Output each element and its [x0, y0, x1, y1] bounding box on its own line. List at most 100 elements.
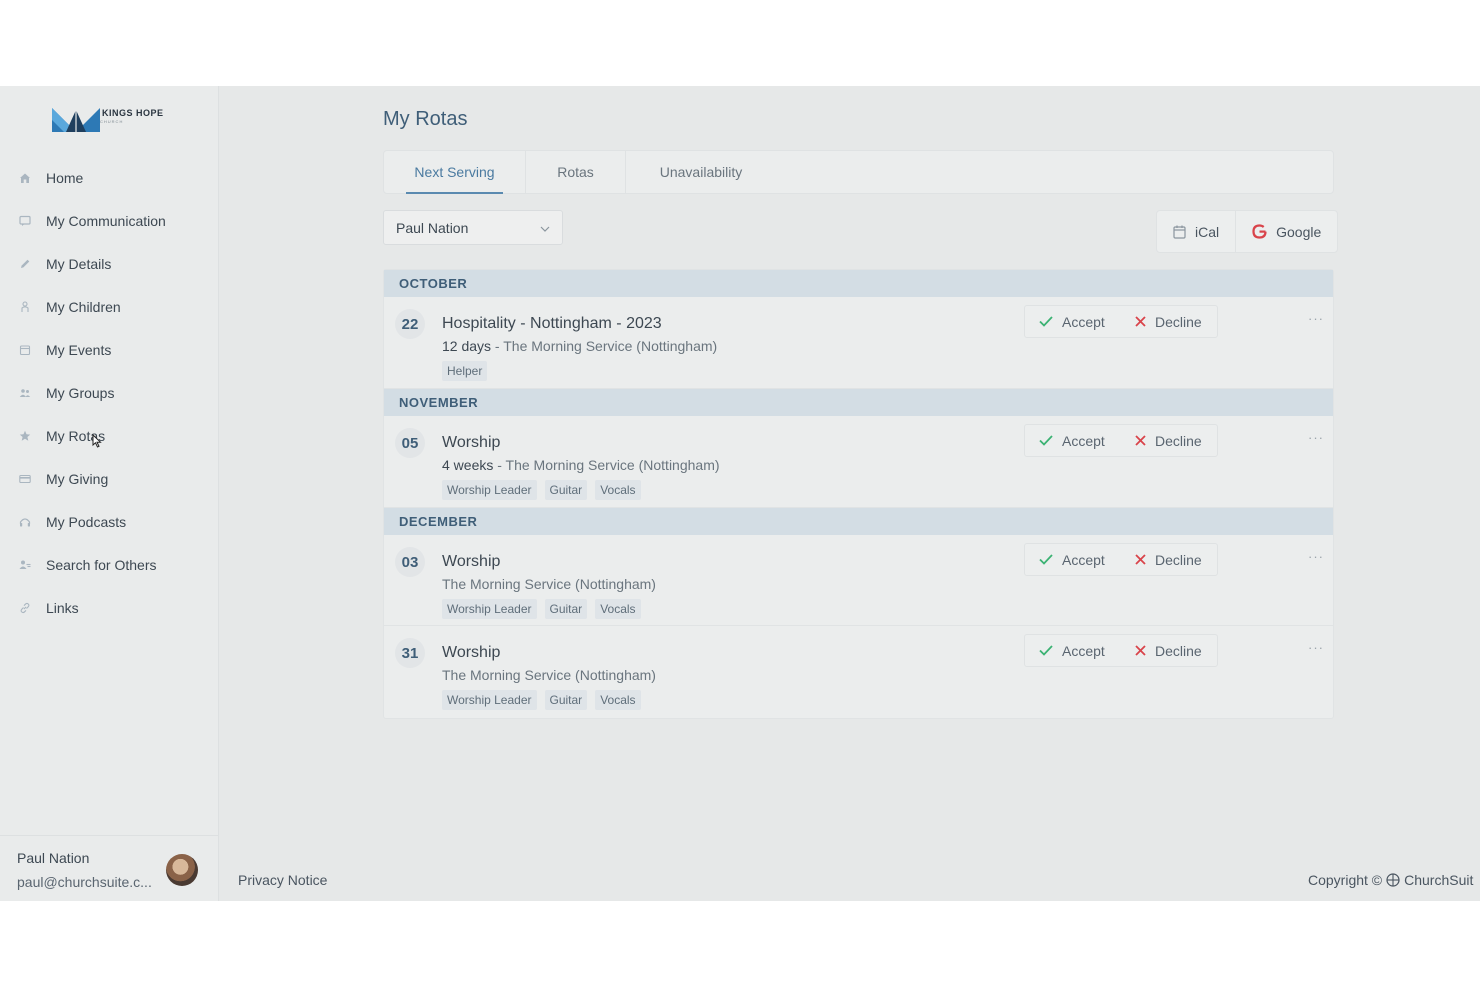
accept-button[interactable]: Accept: [1025, 635, 1121, 666]
tab-unavailability[interactable]: Unavailability: [626, 151, 776, 193]
calendar-export-group: iCal Google: [1156, 210, 1339, 253]
sidebar-item-label: My Podcasts: [46, 513, 127, 530]
current-user[interactable]: Paul Nation paul@churchsuite.c...: [0, 835, 219, 901]
privacy-notice-link[interactable]: Privacy Notice: [238, 872, 327, 888]
month-header: DECEMBER: [384, 508, 1333, 535]
headphones-icon: [18, 515, 31, 528]
globe-icon: [1386, 873, 1400, 887]
check-icon: [1039, 645, 1053, 656]
sidebar-item-search-for-others[interactable]: Search for Others: [0, 543, 219, 586]
rota-entry: 31 Worship The Morning Service (Nottingh…: [384, 626, 1333, 718]
role-tag: Worship Leader: [442, 599, 537, 619]
close-icon: [1135, 554, 1146, 565]
decline-button[interactable]: Decline: [1121, 635, 1217, 666]
role-tag: Worship Leader: [442, 480, 537, 500]
mouse-cursor-icon: [92, 433, 103, 453]
more-options-icon[interactable]: ···: [1308, 311, 1324, 326]
page-title: My Rotas: [383, 108, 468, 130]
person-select[interactable]: Paul Nation: [383, 210, 563, 245]
message-icon: [18, 214, 31, 227]
more-options-icon[interactable]: ···: [1308, 430, 1324, 445]
day-badge: 22: [395, 309, 425, 339]
role-tags: Worship Leader Guitar Vocals: [442, 599, 641, 619]
role-tag: Guitar: [544, 690, 588, 710]
sidebar-item-label: My Events: [46, 341, 112, 358]
sidebar-item-label: My Children: [46, 298, 121, 315]
role-tag: Vocals: [595, 599, 641, 619]
sidebar-item-my-events[interactable]: My Events: [0, 328, 219, 371]
more-options-icon[interactable]: ···: [1308, 549, 1324, 564]
sidebar-item-my-groups[interactable]: My Groups: [0, 371, 219, 414]
sidebar-item-my-children[interactable]: My Children: [0, 285, 219, 328]
response-actions: Accept Decline: [1024, 305, 1218, 338]
sidebar-item-label: Links: [46, 599, 79, 616]
church-logo[interactable]: KINGS HOPE CHURCH: [52, 98, 164, 134]
check-icon: [1039, 316, 1053, 327]
sidebar-item-label: My Groups: [46, 384, 115, 401]
accept-label: Accept: [1062, 642, 1105, 659]
month-header: OCTOBER: [384, 270, 1333, 297]
sidebar-item-home[interactable]: Home: [0, 156, 219, 199]
event-title[interactable]: Worship: [442, 434, 500, 452]
user-email: paul@churchsuite.c...: [17, 874, 152, 890]
child-icon: [18, 300, 31, 313]
event-subtitle: 12 days - The Morning Service (Nottingha…: [442, 338, 717, 354]
close-icon: [1135, 645, 1146, 656]
sidebar-item-label: My Details: [46, 255, 112, 272]
event-countdown: 4 weeks: [442, 457, 494, 473]
ical-button[interactable]: iCal: [1157, 211, 1235, 252]
accept-button[interactable]: Accept: [1025, 544, 1121, 575]
response-actions: Accept Decline: [1024, 634, 1218, 667]
avatar[interactable]: [166, 854, 198, 886]
rota-list: OCTOBER 22 Hospitality - Nottingham - 20…: [383, 269, 1334, 719]
close-icon: [1135, 435, 1146, 446]
role-tag: Guitar: [544, 480, 588, 500]
response-actions: Accept Decline: [1024, 543, 1218, 576]
decline-button[interactable]: Decline: [1121, 425, 1217, 456]
copyright-prefix: Copyright ©: [1308, 872, 1383, 888]
tab-bar: Next Serving Rotas Unavailability: [383, 150, 1334, 194]
more-options-icon[interactable]: ···: [1308, 640, 1324, 655]
rota-entry: 22 Hospitality - Nottingham - 2023 12 da…: [384, 297, 1333, 389]
sidebar-item-my-details[interactable]: My Details: [0, 242, 219, 285]
check-icon: [1039, 554, 1053, 565]
event-title[interactable]: Worship: [442, 644, 500, 662]
google-calendar-button[interactable]: Google: [1235, 211, 1337, 252]
role-tags: Helper: [442, 361, 488, 381]
decline-label: Decline: [1155, 313, 1202, 330]
sidebar-item-my-communication[interactable]: My Communication: [0, 199, 219, 242]
role-tags: Worship Leader Guitar Vocals: [442, 480, 641, 500]
accept-button[interactable]: Accept: [1025, 306, 1121, 337]
day-badge: 03: [395, 547, 425, 577]
ical-label: iCal: [1195, 223, 1220, 240]
sidebar-item-my-giving[interactable]: My Giving: [0, 457, 219, 500]
decline-label: Decline: [1155, 551, 1202, 568]
event-title[interactable]: Worship: [442, 553, 500, 571]
logo-mark-icon: [52, 98, 100, 134]
decline-label: Decline: [1155, 432, 1202, 449]
google-label: Google: [1276, 223, 1322, 240]
sidebar-item-label: My Giving: [46, 470, 109, 487]
copyright: Copyright © ChurchSuit: [1308, 872, 1473, 888]
event-title[interactable]: Hospitality - Nottingham - 2023: [442, 315, 662, 333]
copyright-brand[interactable]: ChurchSuit: [1404, 872, 1473, 888]
sidebar-item-label: Home: [46, 169, 84, 186]
accept-label: Accept: [1062, 313, 1105, 330]
role-tag: Helper: [442, 361, 488, 381]
logo-subtext: CHURCH: [100, 118, 124, 124]
accept-button[interactable]: Accept: [1025, 425, 1121, 456]
tab-rotas[interactable]: Rotas: [526, 151, 626, 193]
close-icon: [1135, 316, 1146, 327]
event-service: - The Morning Service (Nottingham): [491, 338, 718, 354]
tab-next-serving[interactable]: Next Serving: [384, 151, 526, 194]
role-tag: Guitar: [544, 599, 588, 619]
sidebar-item-links[interactable]: Links: [0, 586, 219, 629]
event-subtitle: 4 weeks - The Morning Service (Nottingha…: [442, 457, 720, 473]
decline-button[interactable]: Decline: [1121, 306, 1217, 337]
sidebar-item-my-podcasts[interactable]: My Podcasts: [0, 500, 219, 543]
event-countdown: 12 days: [442, 338, 492, 354]
sidebar: KINGS HOPE CHURCH Home My Communication …: [0, 86, 219, 901]
month-header: NOVEMBER: [384, 389, 1333, 416]
sidebar-item-my-rotas[interactable]: My Rotas: [0, 414, 219, 457]
decline-button[interactable]: Decline: [1121, 544, 1217, 575]
